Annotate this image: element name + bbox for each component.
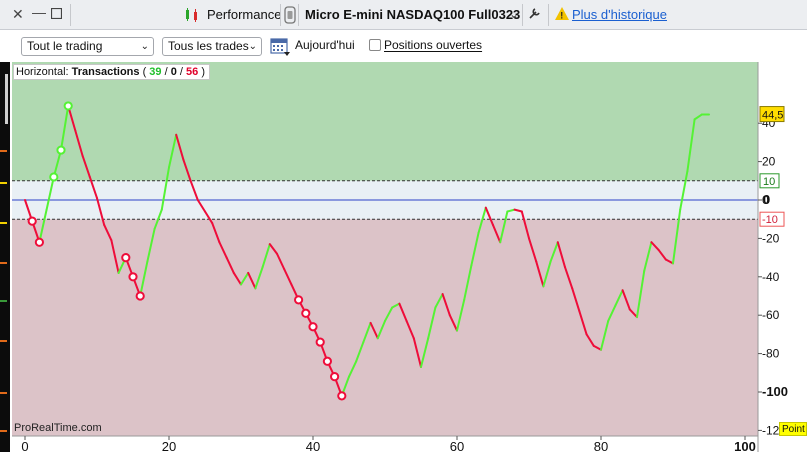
losing-streak-marker	[315, 337, 325, 347]
chevron-down-icon[interactable]: ⌄	[509, 6, 519, 22]
zero-label: 0	[763, 192, 770, 207]
chart-title: Horizontal: Transactions ( 39 / 0 / 56 )	[13, 64, 211, 80]
losing-streak-marker	[294, 295, 304, 305]
upper-level-label: 10	[763, 176, 775, 188]
left-strip-tick	[0, 340, 7, 342]
minimize-icon[interactable]: —	[32, 4, 46, 20]
separator	[522, 4, 523, 26]
y-tick-label: -12	[762, 423, 780, 437]
losing-streak-marker	[322, 356, 332, 366]
left-strip-tick	[0, 300, 7, 302]
lower-level-label: -10	[762, 214, 778, 226]
separator	[280, 4, 281, 26]
losing-streak-marker	[337, 391, 347, 401]
more-history-link[interactable]: Plus d'historique	[572, 7, 667, 22]
maximize-icon[interactable]	[50, 6, 63, 22]
x-tick-label: 20	[162, 439, 176, 452]
y-tick-label: -60	[762, 308, 780, 322]
loss-zone	[12, 219, 758, 436]
winning-streak-marker	[56, 145, 66, 155]
point-button[interactable]: Point	[779, 422, 807, 436]
losing-streak-marker	[301, 308, 311, 318]
losing-streak-marker	[27, 216, 37, 226]
open-positions-checkbox[interactable]	[369, 39, 381, 51]
separator	[298, 4, 299, 26]
sep-slash: /	[179, 66, 183, 78]
warning-icon: !	[555, 7, 569, 23]
sep-slash: /	[164, 66, 168, 78]
x-tick-label: 80	[594, 439, 608, 452]
chart-title-prefix: Horizontal:	[16, 66, 69, 78]
left-strip-candle	[5, 74, 8, 124]
wrench-icon[interactable]	[528, 6, 542, 23]
x-tick-label: 0	[21, 439, 28, 452]
link-icon[interactable]	[284, 6, 296, 27]
last-value-label: 44,5	[762, 110, 783, 122]
title-bar: ✕ — Performance Micro E-mini NASDAQ100 F…	[0, 0, 807, 30]
losing-count: 56	[186, 66, 199, 78]
x-tick-label: 100	[734, 439, 756, 452]
close-paren: )	[201, 66, 206, 78]
app-window: ✕ — Performance Micro E-mini NASDAQ100 F…	[0, 0, 807, 452]
losing-streak-marker	[34, 237, 45, 247]
instrument-selector[interactable]: Micro E-mini NASDAQ100 Full0323	[305, 7, 520, 22]
y-tick-label: 20	[762, 155, 776, 169]
left-strip-tick	[0, 150, 7, 152]
winning-streak-marker	[49, 172, 59, 182]
left-strip-tick	[0, 182, 7, 184]
trades-filter-value: Tous les trades	[168, 39, 249, 53]
losing-streak-marker	[330, 372, 340, 382]
close-icon[interactable]: ✕	[12, 6, 24, 22]
y-tick-label: -20	[762, 231, 780, 245]
y-tick-label: -40	[762, 270, 780, 284]
open-positions-label[interactable]: Positions ouvertes	[384, 38, 482, 53]
trades-filter-select[interactable]: Tous les trades ⌄	[162, 37, 262, 56]
winning-count: 39	[149, 66, 162, 78]
svg-text:!: !	[560, 11, 563, 21]
calendar-icon[interactable]	[270, 36, 290, 61]
separator	[548, 4, 549, 26]
bottom-axis-bg	[12, 436, 758, 452]
left-strip-tick	[0, 222, 7, 224]
equity-chart[interactable]: 0 20 40 60 80 10040200-20-40-60-80-100-12010-…	[0, 62, 807, 452]
left-strip-tick	[0, 430, 7, 432]
y-tick-label: -100	[762, 384, 788, 399]
winning-streak-marker	[63, 101, 73, 111]
trading-filter-select[interactable]: Tout le trading ⌄	[21, 37, 154, 56]
trading-filter-value: Tout le trading	[27, 39, 103, 53]
x-tick-label: 40	[306, 439, 320, 452]
chart-title-main: Transactions	[71, 66, 140, 78]
x-tick-label: 60	[450, 439, 464, 452]
losing-streak-marker	[135, 291, 145, 301]
y-tick-label: -80	[762, 347, 780, 361]
performance-chart-icon	[184, 7, 200, 26]
today-label[interactable]: Aujourd'hui	[295, 38, 355, 53]
neutral-count: 0	[170, 66, 177, 78]
losing-streak-marker	[121, 253, 131, 263]
losing-streak-marker	[308, 322, 318, 332]
open-paren: (	[142, 66, 147, 78]
window-title: Performance	[207, 7, 282, 22]
chevron-down-icon: ⌄	[140, 41, 149, 52]
separator	[70, 4, 71, 26]
losing-streak-marker	[128, 272, 138, 282]
left-strip-tick	[0, 392, 7, 394]
watermark: ProRealTime.com	[14, 422, 102, 434]
chevron-down-icon: ⌄	[248, 41, 257, 52]
left-strip-tick	[0, 262, 7, 264]
